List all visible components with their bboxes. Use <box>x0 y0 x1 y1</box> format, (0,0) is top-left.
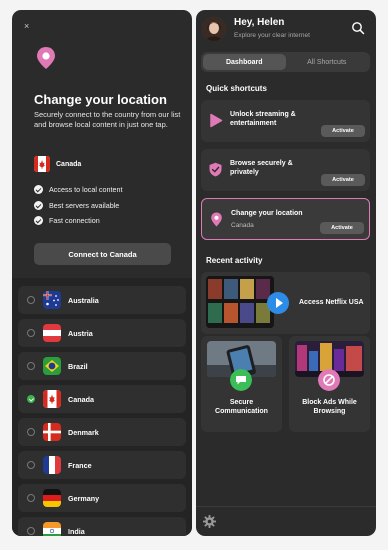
chat-icon <box>230 369 252 391</box>
country-name: Austria <box>68 328 93 338</box>
feature-label: Fast connection <box>49 216 100 225</box>
recent-item-netflix[interactable]: Access Netflix USA <box>201 272 370 334</box>
country-row-austria[interactable]: Austria <box>18 319 186 347</box>
austria-flag-icon <box>43 324 61 342</box>
page-description: Securely connect to the country from our… <box>34 110 181 129</box>
shortcut-title: Browse securely & privately <box>230 160 293 176</box>
avatar[interactable] <box>202 17 226 41</box>
country-row-denmark[interactable]: Denmark <box>18 418 186 446</box>
recent-item-secure-communication[interactable]: Secure Communication <box>201 336 282 432</box>
australia-flag-icon <box>43 291 61 309</box>
recent-item-label: Secure Communication <box>215 399 268 415</box>
country-row-france[interactable]: France <box>18 451 186 479</box>
canada-flag-icon <box>34 156 50 172</box>
radio-button[interactable] <box>27 362 35 370</box>
germany-flag-icon <box>43 489 61 507</box>
country-row-canada[interactable]: Canada <box>18 385 186 413</box>
shortcut-card-browse[interactable]: Browse securely & privately Activate <box>201 149 370 191</box>
radio-button[interactable] <box>27 494 35 502</box>
search-icon[interactable] <box>351 21 365 35</box>
activate-button[interactable]: Activate <box>321 174 365 186</box>
feature-item: Fast connection <box>34 216 100 225</box>
greeting: Hey, Helen <box>234 17 285 28</box>
activate-button[interactable]: Activate <box>320 222 364 234</box>
greeting-subtitle: Explore your clear internet <box>234 32 310 39</box>
gear-icon[interactable] <box>203 515 216 528</box>
shortcut-card-streaming[interactable]: Unlock streaming & entertainment Activat… <box>201 100 370 142</box>
check-icon <box>34 216 43 225</box>
shortcut-title: Unlock streaming & entertainment <box>230 111 296 127</box>
tab-dashboard[interactable]: Dashboard <box>203 54 286 70</box>
country-row-australia[interactable]: Australia <box>18 286 186 314</box>
recent-item-block-ads[interactable]: Block Ads While Browsing <box>289 336 370 432</box>
radio-button[interactable] <box>27 329 35 337</box>
country-row-india[interactable]: India <box>18 517 186 536</box>
quick-shortcuts-heading: Quick shortcuts <box>206 84 267 93</box>
check-icon <box>34 185 43 194</box>
radio-button[interactable] <box>27 296 35 304</box>
country-name: Australia <box>68 295 99 305</box>
canada-flag-icon <box>43 390 61 408</box>
country-list: Australia Austria Brazil Canada Denmark … <box>12 278 192 536</box>
location-pin-icon <box>211 212 222 227</box>
feature-label: Best servers available <box>49 201 120 210</box>
brazil-flag-icon <box>43 357 61 375</box>
recent-item-label: Block Ads While Browsing <box>302 399 357 415</box>
tab-bar: Dashboard All Shortcuts <box>201 52 370 72</box>
india-flag-icon <box>43 522 61 536</box>
country-row-brazil[interactable]: Brazil <box>18 352 186 380</box>
radio-button[interactable] <box>27 461 35 469</box>
shield-check-icon <box>209 162 222 177</box>
check-icon <box>34 201 43 210</box>
recent-activity-heading: Recent activity <box>206 256 263 265</box>
activate-button[interactable]: Activate <box>321 125 365 137</box>
close-icon[interactable]: × <box>24 21 29 31</box>
play-icon <box>267 292 289 314</box>
country-name: Denmark <box>68 427 99 437</box>
country-name: Brazil <box>68 361 88 371</box>
location-pin-icon <box>37 47 55 69</box>
denmark-flag-icon <box>43 423 61 441</box>
shortcut-subtitle: Canada <box>231 222 254 229</box>
country-name: France <box>68 460 92 470</box>
recent-item-label: Access Netflix USA <box>299 299 364 306</box>
country-name: India <box>68 526 85 536</box>
tab-all-shortcuts[interactable]: All Shortcuts <box>286 54 369 70</box>
play-icon <box>210 113 223 128</box>
bottom-bar <box>196 506 376 536</box>
radio-button[interactable] <box>27 428 35 436</box>
country-name: Canada <box>68 394 94 404</box>
dashboard-panel: Hey, Helen Explore your clear internet D… <box>196 10 376 536</box>
shortcut-card-location[interactable]: Change your location Canada Activate <box>201 198 370 240</box>
country-name: Germany <box>68 493 100 503</box>
feature-item: Best servers available <box>34 201 119 210</box>
current-country: Canada <box>56 161 82 168</box>
shortcut-title: Change your location <box>231 210 303 217</box>
country-row-germany[interactable]: Germany <box>18 484 186 512</box>
feature-label: Access to local content <box>49 185 123 194</box>
block-icon <box>318 369 340 391</box>
feature-item: Access to local content <box>34 185 123 194</box>
france-flag-icon <box>43 456 61 474</box>
page-title: Change your location <box>34 92 167 107</box>
radio-button[interactable] <box>27 527 35 535</box>
connect-button[interactable]: Connect to Canada <box>34 243 171 265</box>
location-panel: × Change your location Securely connect … <box>12 10 192 536</box>
radio-button-selected[interactable] <box>27 395 35 403</box>
netflix-thumbnail <box>206 276 274 328</box>
